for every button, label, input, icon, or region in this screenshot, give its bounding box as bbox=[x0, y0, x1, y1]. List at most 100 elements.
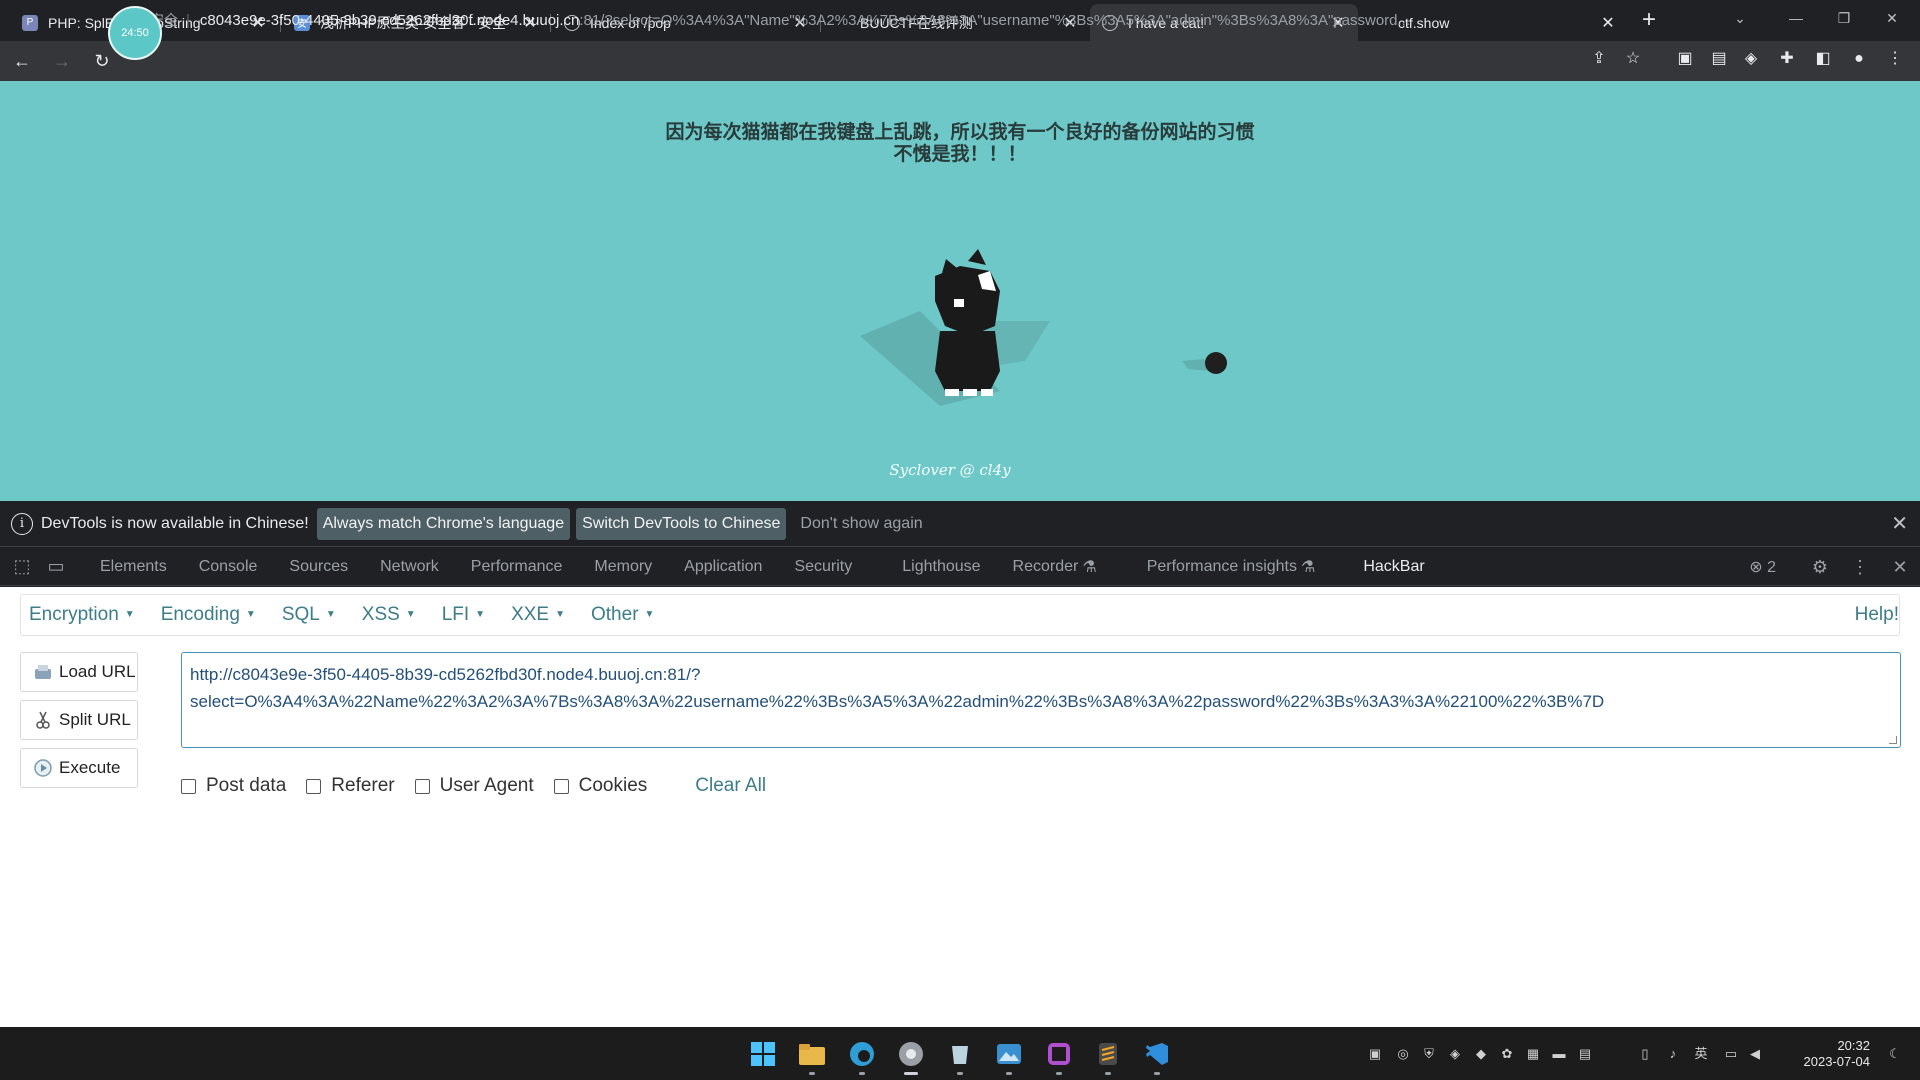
switch-devtools-chinese-button[interactable]: Switch DevTools to Chinese bbox=[576, 507, 787, 540]
app-icon[interactable] bbox=[941, 1035, 979, 1075]
tab-performance-insights[interactable]: Performance insights bbox=[1131, 548, 1301, 586]
tray-app-icon[interactable]: ✿ bbox=[1498, 1045, 1516, 1063]
close-window-button[interactable]: ✕ bbox=[1868, 0, 1916, 36]
always-match-language-button[interactable]: Always match Chrome's language bbox=[316, 507, 571, 540]
hackbar-options: Post data Referer User Agent Cookies Cle… bbox=[181, 775, 766, 797]
close-devtools-icon[interactable]: ✕ bbox=[1880, 557, 1920, 578]
device-toolbar-icon[interactable]: ▭ bbox=[44, 556, 68, 577]
yarn-ball-image bbox=[1182, 352, 1227, 374]
clock-date: 2023-07-04 bbox=[1803, 1054, 1871, 1069]
tab-security[interactable]: Security bbox=[778, 548, 886, 586]
tab-network[interactable]: Network bbox=[364, 548, 455, 586]
checkbox-box[interactable] bbox=[181, 778, 196, 794]
url-line-1: http://c8043e9e-3f50-4405-8b39-cd5262fbd… bbox=[190, 665, 701, 684]
tab-application[interactable]: Application bbox=[668, 548, 778, 586]
tab-recorder[interactable]: Recorder bbox=[997, 548, 1083, 586]
load-url-icon bbox=[33, 662, 53, 682]
tray-app-icon[interactable]: ◆ bbox=[1472, 1045, 1490, 1063]
system-clock[interactable]: 20:32 2023-07-04 bbox=[1800, 1038, 1871, 1070]
tray-app-icon[interactable]: ◎ bbox=[1394, 1045, 1412, 1063]
maximize-button[interactable]: ❐ bbox=[1820, 0, 1868, 36]
ime-indicator[interactable]: 英 bbox=[1692, 1045, 1710, 1063]
error-count: 2 bbox=[1767, 559, 1776, 576]
shield-icon[interactable]: ⛨ bbox=[1420, 1045, 1438, 1063]
sublime-text-icon[interactable] bbox=[1089, 1035, 1127, 1075]
cookies-checkbox[interactable]: Cookies bbox=[553, 775, 647, 797]
extension-icon[interactable]: ▣ bbox=[1672, 44, 1698, 74]
tray-app-icon[interactable]: ▤ bbox=[1576, 1045, 1594, 1063]
chrome-browser-icon[interactable] bbox=[892, 1035, 930, 1075]
resize-handle-icon[interactable] bbox=[1889, 736, 1897, 744]
tray-app-icon[interactable]: ▦ bbox=[1524, 1045, 1542, 1063]
extension-icon[interactable]: ◈ bbox=[1738, 44, 1764, 74]
post-data-label: Post data bbox=[206, 775, 287, 796]
profile-icon[interactable]: ● bbox=[1846, 44, 1872, 74]
menu-xss[interactable]: XSS ▼ bbox=[362, 604, 416, 626]
extensions-puzzle-icon[interactable]: ✚ bbox=[1774, 44, 1800, 74]
load-url-button[interactable]: Load URL bbox=[20, 652, 138, 692]
menu-xxe[interactable]: XXE ▼ bbox=[511, 604, 565, 626]
share-icon[interactable]: ⇪ bbox=[1586, 44, 1612, 74]
battery-icon[interactable]: ▯ bbox=[1636, 1045, 1654, 1063]
clear-all-link[interactable]: Clear All bbox=[695, 775, 766, 797]
address-separator: | bbox=[186, 11, 190, 29]
inspect-element-icon[interactable]: ⬚ bbox=[10, 556, 34, 577]
caret-down-icon: ▼ bbox=[325, 609, 336, 621]
tab-hackbar[interactable]: HackBar bbox=[1347, 548, 1440, 586]
network-icon[interactable]: ▭ bbox=[1722, 1045, 1740, 1063]
url-textarea[interactable]: http://c8043e9e-3f50-4405-8b39-cd5262fbd… bbox=[181, 652, 1901, 748]
execute-button[interactable]: Execute bbox=[20, 748, 138, 788]
tray-app-icon[interactable]: ◈ bbox=[1446, 1045, 1464, 1063]
tab-search-icon[interactable]: ⌄ bbox=[1716, 0, 1764, 36]
microphone-icon[interactable]: ♪ bbox=[1664, 1045, 1682, 1063]
checkbox-box[interactable] bbox=[306, 778, 322, 794]
volume-icon[interactable]: ◀ bbox=[1746, 1045, 1764, 1063]
referer-checkbox[interactable]: Referer bbox=[306, 775, 395, 797]
close-icon[interactable]: ✕ bbox=[1891, 511, 1908, 536]
error-count-badge[interactable]: ⊗ 2 bbox=[1749, 557, 1776, 577]
help-link[interactable]: Help! bbox=[1855, 604, 1899, 626]
forward-icon[interactable]: → bbox=[44, 43, 80, 79]
menu-encoding[interactable]: Encoding ▼ bbox=[161, 604, 256, 626]
split-url-button[interactable]: Split URL bbox=[20, 700, 138, 740]
menu-sql[interactable]: SQL ▼ bbox=[282, 604, 336, 626]
user-agent-checkbox[interactable]: User Agent bbox=[414, 775, 534, 797]
menu-kebab-icon[interactable]: ⋮ bbox=[1882, 44, 1908, 74]
back-icon[interactable]: ← bbox=[4, 43, 40, 79]
extension-icon[interactable]: ▤ bbox=[1706, 44, 1732, 74]
notifications-icon[interactable]: ☾ bbox=[1886, 1045, 1904, 1063]
start-button[interactable] bbox=[744, 1035, 782, 1073]
tab-sources[interactable]: Sources bbox=[273, 548, 364, 586]
menu-label: LFI bbox=[441, 604, 470, 625]
running-indicator bbox=[904, 1072, 918, 1075]
tray-app-icon[interactable]: ▣ bbox=[1366, 1045, 1384, 1063]
tab-performance[interactable]: Performance bbox=[455, 548, 579, 586]
tab-lighthouse[interactable]: Lighthouse bbox=[886, 548, 996, 586]
edge-browser-icon[interactable] bbox=[843, 1035, 881, 1075]
caret-down-icon: ▼ bbox=[555, 609, 565, 621]
caret-down-icon: ▼ bbox=[475, 609, 486, 621]
address-bar[interactable]: 不安全 | c8043e9e-3f50-4405-8b39-cd5262fbd3… bbox=[136, 4, 1646, 36]
minimize-button[interactable]: — bbox=[1772, 0, 1820, 36]
bookmark-star-icon[interactable]: ☆ bbox=[1620, 44, 1646, 74]
photos-app-icon[interactable] bbox=[990, 1035, 1028, 1075]
menu-encryption[interactable]: Encryption ▼ bbox=[29, 604, 135, 626]
file-explorer-icon[interactable] bbox=[793, 1035, 831, 1075]
menu-lfi[interactable]: LFI ▼ bbox=[442, 604, 485, 626]
checkbox-box[interactable] bbox=[414, 778, 430, 794]
devtools-menu-icon[interactable]: ⋮ bbox=[1840, 557, 1880, 578]
menu-other[interactable]: Other ▼ bbox=[591, 604, 654, 626]
tray-app-icon[interactable]: ▬ bbox=[1550, 1045, 1568, 1063]
post-data-checkbox[interactable]: Post data bbox=[181, 775, 286, 797]
tab-memory[interactable]: Memory bbox=[578, 548, 668, 586]
settings-gear-icon[interactable]: ⚙ bbox=[1800, 557, 1840, 578]
dont-show-again-link[interactable]: Don't show again bbox=[800, 515, 922, 533]
side-panel-icon[interactable]: ◧ bbox=[1810, 44, 1836, 74]
tab-console[interactable]: Console bbox=[183, 548, 274, 586]
phpstorm-icon[interactable] bbox=[1040, 1035, 1078, 1075]
tab-elements[interactable]: Elements bbox=[84, 548, 183, 586]
checkbox-box[interactable] bbox=[553, 778, 569, 794]
vscode-icon[interactable] bbox=[1138, 1035, 1176, 1075]
address-host: c8043e9e-3f50-4405-8b39-cd5262fbd30f.nod… bbox=[199, 11, 580, 29]
running-indicator bbox=[1105, 1072, 1111, 1075]
